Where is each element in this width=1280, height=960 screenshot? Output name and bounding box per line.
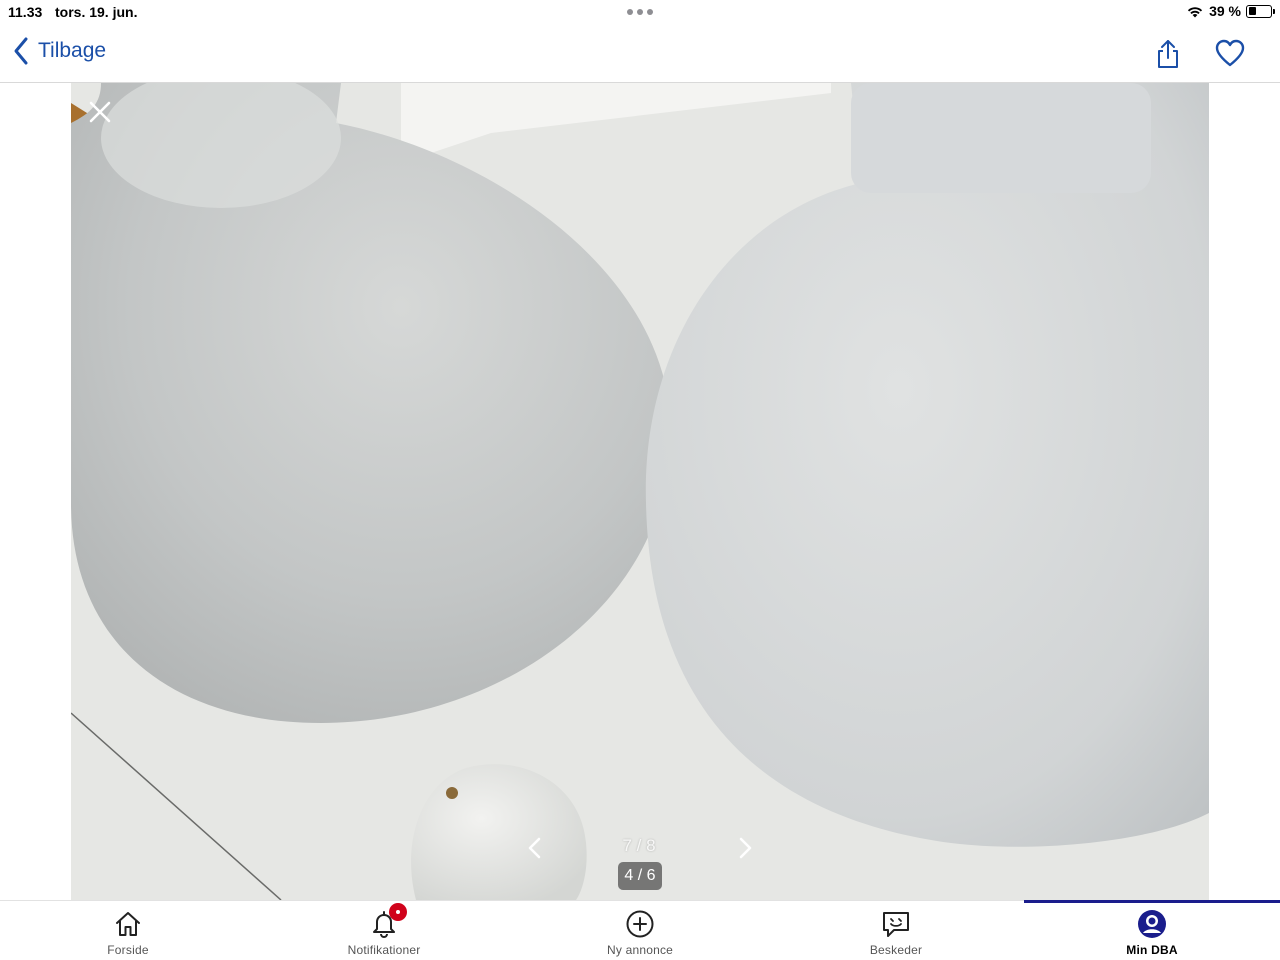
tab-notifikationer[interactable]: Notifikationer	[256, 901, 512, 960]
bell-icon-wrap	[369, 903, 407, 939]
tab-label: Forside	[107, 943, 149, 957]
heart-icon[interactable]	[1214, 38, 1246, 68]
chat-icon	[883, 912, 909, 937]
image-counter: 4 / 6	[618, 862, 662, 890]
product-photo[interactable]	[71, 83, 1209, 900]
wifi-icon	[1187, 7, 1203, 18]
tab-label: Ny annonce	[606, 943, 674, 957]
tab-forside[interactable]: Forside	[0, 901, 256, 960]
navigation-bar: Tilbage	[0, 26, 1280, 83]
status-right: 39 %	[1186, 3, 1275, 19]
status-date: tors. 19. jun.	[55, 4, 138, 20]
back-button[interactable]: Tilbage	[12, 36, 106, 66]
back-label: Tilbage	[38, 39, 107, 62]
tab-label: Notifikationer	[347, 943, 421, 957]
close-icon[interactable]	[87, 99, 113, 125]
battery-level	[1248, 7, 1257, 15]
multitasking-dots-icon[interactable]	[627, 9, 653, 15]
status-bar: 11.33 tors. 19. jun. 39 %	[0, 0, 1280, 26]
chevron-left-icon	[14, 37, 28, 65]
battery-icon	[1246, 4, 1275, 18]
share-icon[interactable]	[1154, 38, 1182, 70]
status-time: 11.33	[8, 4, 43, 20]
tab-label: Min DBA	[1126, 943, 1178, 957]
listing-counter: 7 / 8	[622, 836, 656, 855]
notification-badge	[389, 903, 407, 921]
tab-bar: Forside Notifikationer Ny annonce Besked…	[0, 900, 1280, 960]
tab-beskeder[interactable]: Beskeder	[768, 901, 1024, 960]
chevron-left-icon[interactable]	[523, 835, 547, 861]
profile-icon	[1138, 910, 1166, 938]
tab-ny-annonce[interactable]: Ny annonce	[512, 901, 768, 960]
tab-min-dba[interactable]: Min DBA	[1024, 900, 1280, 960]
battery-percent: 39 %	[1209, 3, 1241, 19]
tab-label: Beskeder	[869, 943, 923, 957]
chevron-right-icon[interactable]	[733, 835, 757, 861]
image-gallery[interactable]: 7 / 8 4 / 6	[71, 83, 1209, 900]
plus-circle-icon	[626, 910, 654, 938]
home-icon	[116, 912, 140, 936]
